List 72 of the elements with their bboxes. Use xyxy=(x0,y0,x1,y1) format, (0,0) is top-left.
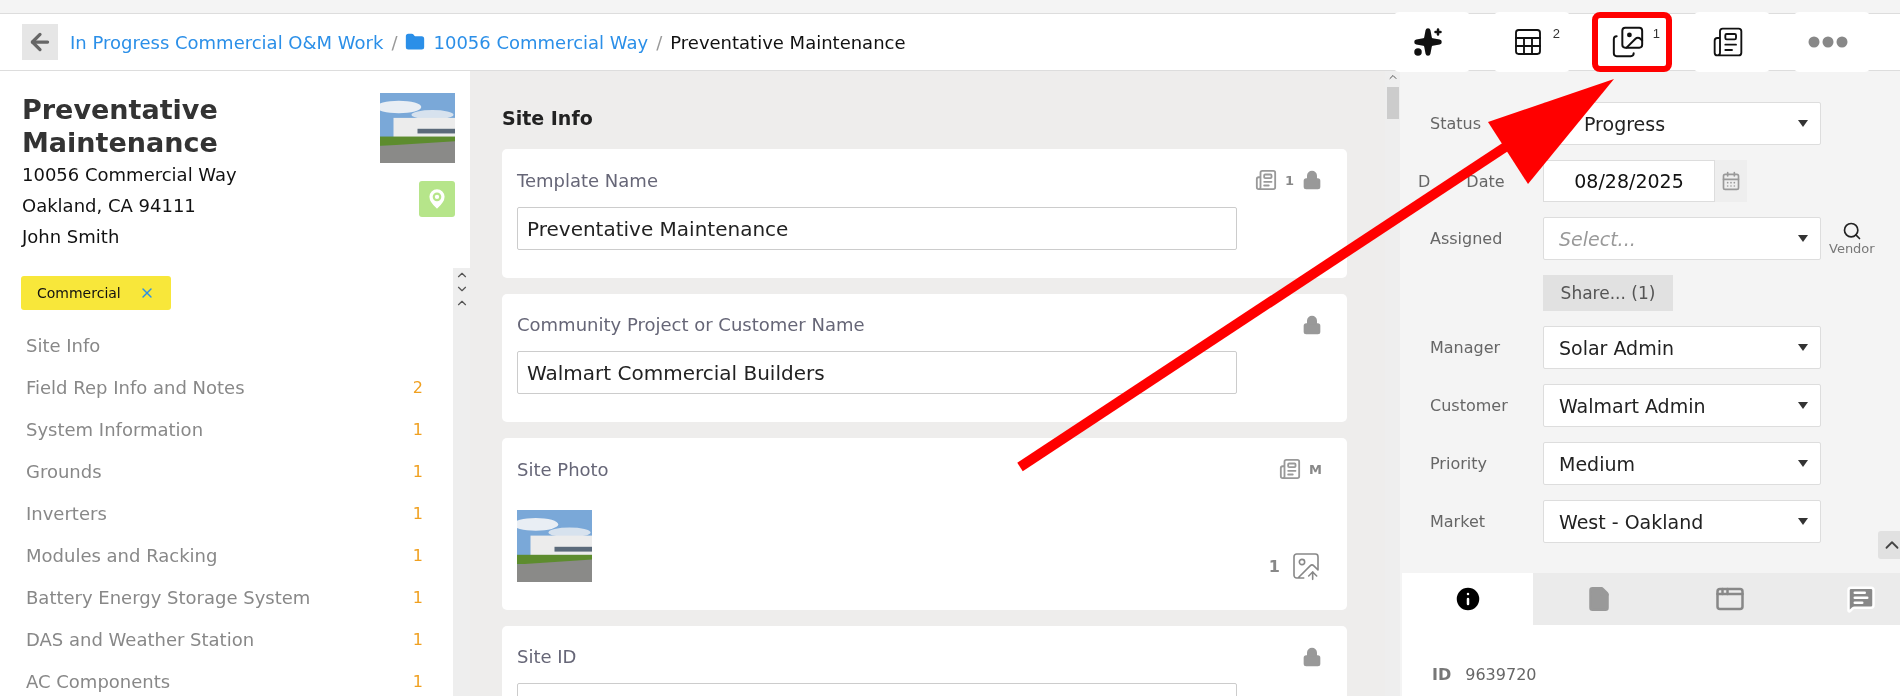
collapse-button[interactable] xyxy=(1878,531,1900,559)
scrollbar-thumb[interactable] xyxy=(1386,87,1399,119)
notes-count: M xyxy=(1309,461,1322,477)
caret-icon xyxy=(1798,235,1808,242)
tag-label: Commercial xyxy=(37,285,121,301)
sparkle-icon xyxy=(1413,27,1443,57)
breadcrumb-separator: / xyxy=(656,31,663,53)
section-link[interactable]: Inverters 1 xyxy=(21,492,453,534)
caret-icon xyxy=(1798,402,1808,409)
section-link[interactable]: System Information 1 xyxy=(21,408,453,450)
document-icon xyxy=(1712,26,1744,58)
contact-name: John Smith xyxy=(22,225,121,249)
breadcrumb-link[interactable]: Preventative Maintenance xyxy=(670,31,906,53)
upload-photo-button[interactable]: 1 xyxy=(1268,550,1332,582)
field-label: D xyxy=(1418,171,1431,191)
section-link[interactable]: Modules and Racking 1 xyxy=(21,534,453,576)
record-title: Preventative Maintenance xyxy=(22,93,219,159)
breadcrumb-link[interactable]: In Progress Commercial O&M Work xyxy=(70,31,384,53)
notes-icon xyxy=(1254,169,1277,191)
section-title: Site Info xyxy=(502,107,594,129)
section-link[interactable]: AC Components 1 xyxy=(21,660,453,696)
address-line: 10056 Commercial Way xyxy=(22,163,238,187)
section-link[interactable]: DAS and Weather Station 1 xyxy=(21,618,453,660)
field-label: Template Name xyxy=(517,169,658,191)
section-link[interactable]: Battery Energy Storage System 1 xyxy=(21,576,453,618)
field-label: Site Photo xyxy=(517,458,609,480)
caret-icon xyxy=(1798,460,1808,467)
field-label: Customer xyxy=(1430,396,1508,415)
field-label: Assigned xyxy=(1430,229,1503,248)
caret-icon xyxy=(1798,518,1808,525)
text-field[interactable]: Preventative Maintenance xyxy=(517,207,1237,250)
field-label: Date xyxy=(1466,171,1505,191)
image-gallery-icon xyxy=(1611,25,1645,59)
field-label: Site ID xyxy=(517,646,577,667)
image-upload-icon xyxy=(1290,550,1322,582)
breadcrumb-separator: / xyxy=(391,31,398,53)
field-label: Priority xyxy=(1430,454,1487,473)
field-label: Status xyxy=(1430,114,1481,133)
select-field[interactable]: Select... xyxy=(1543,217,1821,260)
section-link[interactable]: Grounds 1 xyxy=(21,450,453,492)
field-label: Manager xyxy=(1430,338,1501,357)
breadcrumb-link[interactable]: 10056 Commercial Way xyxy=(433,31,649,53)
field-label: Community Project or Customer Name xyxy=(517,314,865,335)
search-icon xyxy=(1841,221,1862,241)
date-field[interactable]: 08/28/2025 xyxy=(1543,160,1715,202)
text-field[interactable]: Walmart Commercial Builders xyxy=(517,351,1237,394)
share-button[interactable]: Share... (1) xyxy=(1543,275,1673,311)
select-field[interactable]: West - Oakland xyxy=(1543,500,1821,543)
info-tab[interactable] xyxy=(1402,573,1533,625)
id-value: 9639720 xyxy=(1465,665,1537,684)
folder-icon xyxy=(405,32,426,52)
section-link[interactable]: Field Rep Info and Notes 2 xyxy=(21,366,453,408)
notes-count: 1 xyxy=(1284,172,1294,188)
id-label: ID xyxy=(1432,665,1452,684)
select-field[interactable]: Solar Admin xyxy=(1543,326,1821,369)
back-button[interactable] xyxy=(22,24,58,60)
caret-icon xyxy=(1798,120,1808,127)
caret-icon xyxy=(1798,344,1808,351)
more-icon xyxy=(1808,36,1848,48)
section-link[interactable]: Site Info xyxy=(21,324,453,366)
gallery-button[interactable]: 1 xyxy=(1592,12,1672,72)
calendar-icon xyxy=(1721,171,1741,191)
notes-icon xyxy=(1279,458,1302,480)
table-button[interactable]: 2 xyxy=(1492,12,1572,72)
vendor-search-button[interactable]: Vendor xyxy=(1829,221,1875,256)
select-field[interactable]: Medium xyxy=(1543,442,1821,485)
calendar-button[interactable] xyxy=(1715,160,1747,202)
table-icon xyxy=(1512,26,1544,58)
address-line: Oakland, CA 94111 xyxy=(22,194,197,218)
field-label: Market xyxy=(1430,512,1485,531)
select-field[interactable]: Walmart Admin xyxy=(1543,384,1821,427)
comment-icon xyxy=(1845,584,1876,614)
